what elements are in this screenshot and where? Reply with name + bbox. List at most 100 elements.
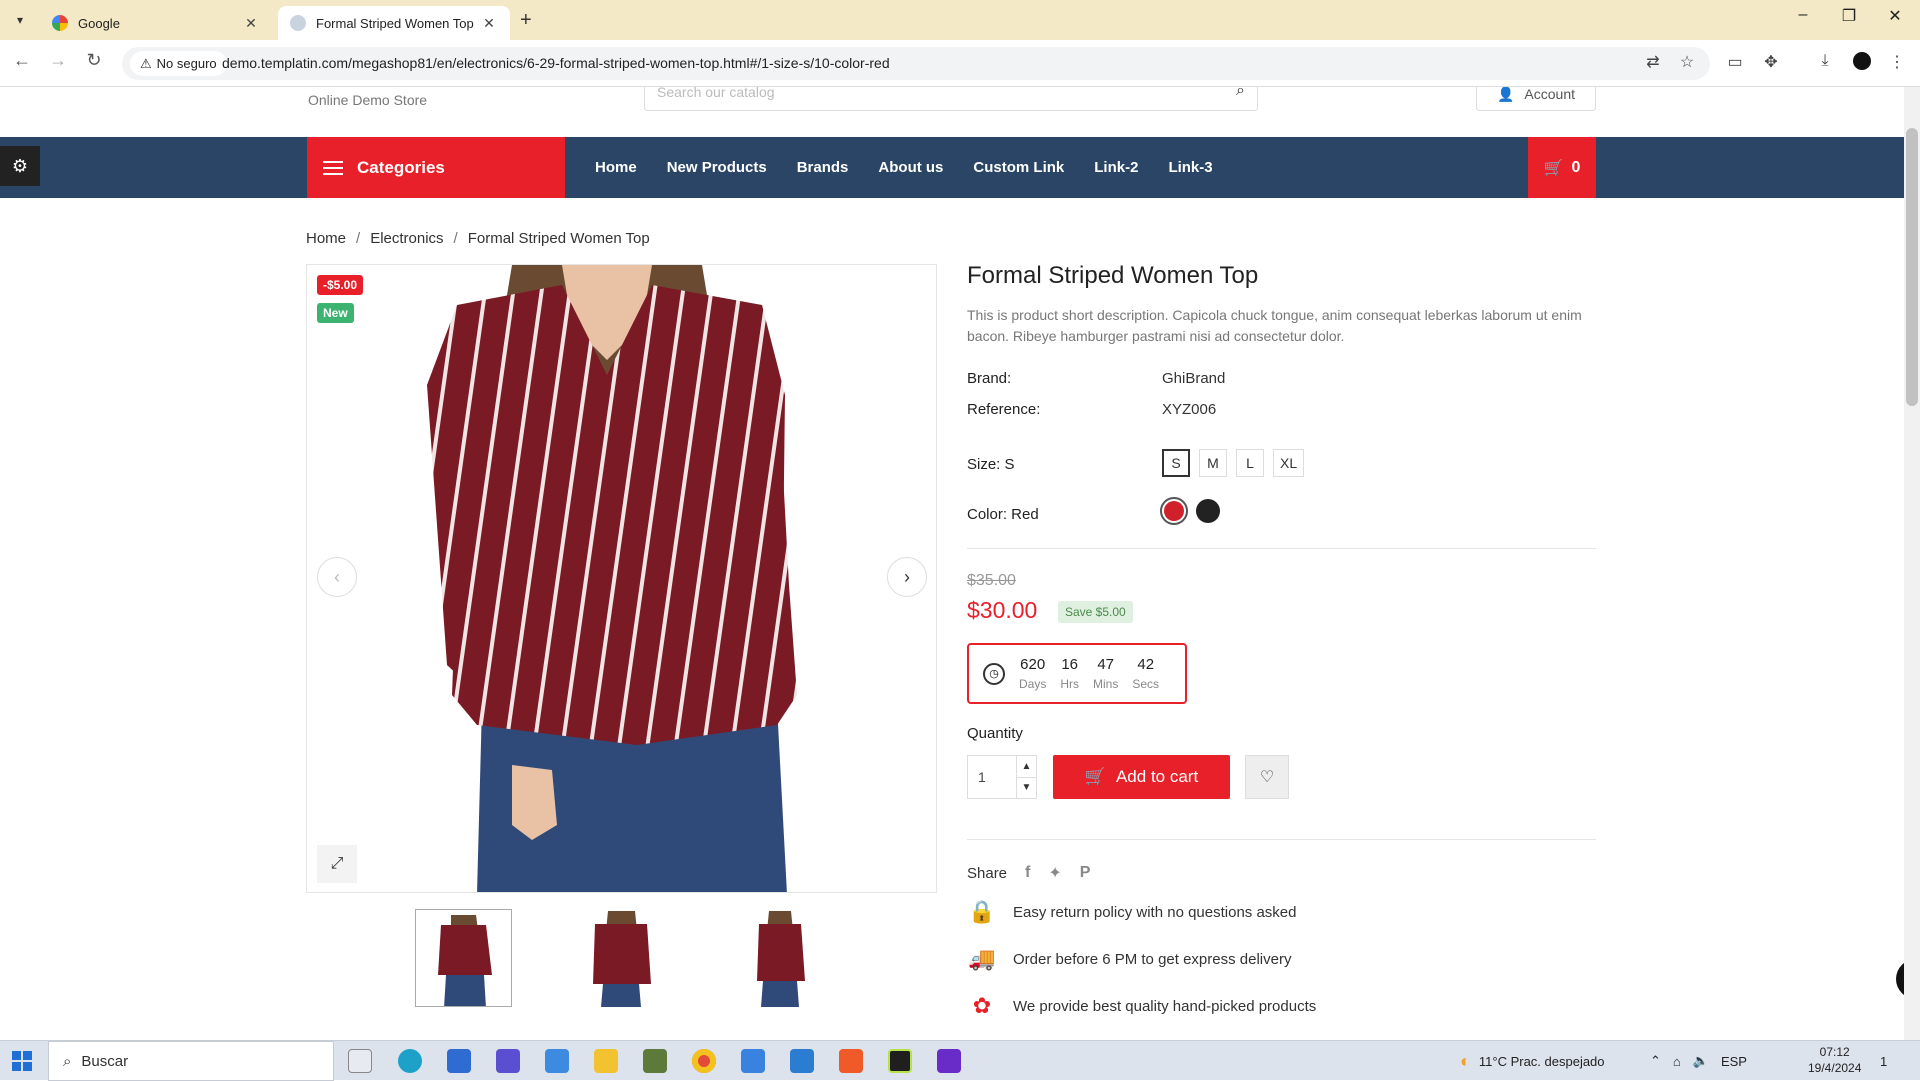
nav-link-home[interactable]: Home	[580, 159, 652, 176]
divider	[967, 839, 1596, 840]
quantity-label: Quantity	[967, 725, 1023, 742]
nav-link-brands[interactable]: Brands	[782, 159, 864, 176]
clock[interactable]: 07:12 19/4/2024	[1808, 1044, 1861, 1076]
notification-icon[interactable]: 1	[1880, 1041, 1887, 1081]
game-icon[interactable]	[643, 1049, 667, 1073]
old-price: $35.00	[967, 572, 1016, 589]
pinterest-icon[interactable]: P	[1080, 864, 1091, 882]
size-option-l[interactable]: L	[1236, 449, 1264, 477]
share-row: Share f ✦ P	[967, 863, 1090, 883]
brave-icon[interactable]	[839, 1049, 863, 1073]
size-option-s[interactable]: S	[1162, 449, 1190, 477]
task-view-icon[interactable]	[348, 1049, 372, 1073]
thumbnail-2[interactable]	[573, 909, 670, 1007]
restore-icon[interactable]: ❐	[1826, 6, 1872, 26]
thumbnail-image	[573, 909, 670, 1007]
countdown-seconds: 42 Secs	[1132, 656, 1160, 691]
tab-product[interactable]: Formal Striped Women Top ✕	[278, 6, 510, 40]
color-swatch-red[interactable]	[1160, 497, 1188, 525]
thumbnail-3[interactable]	[731, 909, 828, 1007]
translate-icon[interactable]: ⇄	[1642, 52, 1664, 72]
categories-button[interactable]: Categories	[307, 137, 565, 198]
windows-start-icon[interactable]	[12, 1051, 32, 1071]
categories-label: Categories	[357, 157, 445, 177]
download-icon[interactable]: ⤓	[1814, 52, 1836, 70]
address-bar[interactable]: ⚠ No seguro demo.templatin.com/megashop8…	[122, 47, 1710, 80]
chevron-up-icon[interactable]: ⌃	[1650, 1053, 1661, 1069]
menu-icon[interactable]: ⋮	[1886, 52, 1908, 72]
wishlist-heart-icon[interactable]: ♡	[1245, 755, 1289, 799]
tab-search-dropdown-icon[interactable]: ▾	[8, 8, 32, 32]
file-explorer-icon[interactable]	[594, 1049, 618, 1073]
close-window-icon[interactable]: ✕	[1872, 6, 1918, 26]
network-icon[interactable]: ⌂	[1673, 1054, 1681, 1069]
pycharm-icon[interactable]	[888, 1049, 912, 1073]
close-tab-icon[interactable]: ✕	[480, 15, 498, 32]
extensions-icon[interactable]: ✥	[1760, 52, 1782, 72]
minimize-icon[interactable]: –	[1780, 6, 1826, 24]
prev-image-button[interactable]: ‹	[317, 557, 357, 597]
store-icon[interactable]	[741, 1049, 765, 1073]
nav-link-link-3[interactable]: Link-3	[1153, 159, 1227, 176]
moon-cloud-icon: ◐	[1460, 1050, 1471, 1071]
app-icon[interactable]	[496, 1049, 520, 1073]
taskbar-search[interactable]: ⌕ Buscar	[48, 1041, 334, 1081]
security-chip[interactable]: ⚠ No seguro	[130, 51, 227, 76]
nav-link-custom-link[interactable]: Custom Link	[958, 159, 1079, 176]
quantity-input[interactable]	[968, 756, 1016, 798]
new-badge: New	[317, 303, 354, 323]
profile-avatar[interactable]	[1851, 52, 1873, 75]
breadcrumb-separator: /	[453, 230, 458, 247]
color-swatch-black[interactable]	[1196, 499, 1220, 523]
chevron-up-icon[interactable]: ▲	[1017, 756, 1036, 778]
chat-bubble-icon[interactable]	[1896, 959, 1904, 999]
thumbnail-image	[416, 910, 511, 1006]
size-option-m[interactable]: M	[1199, 449, 1227, 477]
mail-icon[interactable]	[447, 1049, 471, 1073]
heart-app-icon[interactable]	[937, 1049, 961, 1073]
thumbnail-1[interactable]	[415, 909, 512, 1007]
add-to-cart-button[interactable]: 🛒 Add to cart	[1053, 755, 1230, 799]
cast-icon[interactable]: ▭	[1724, 52, 1746, 72]
gear-icon[interactable]: ⚙	[0, 146, 40, 186]
search-input[interactable]: Search our catalog ⌕	[644, 87, 1258, 111]
next-image-button[interactable]: ›	[887, 557, 927, 597]
cart-button[interactable]: 🛒 0	[1528, 137, 1596, 198]
breadcrumb-electronics[interactable]: Electronics	[370, 230, 443, 247]
twitter-icon[interactable]: ✦	[1048, 863, 1061, 883]
new-tab-icon[interactable]: +	[520, 9, 532, 32]
speaker-icon[interactable]: 🔈	[1693, 1053, 1709, 1069]
back-icon[interactable]: ←	[10, 50, 34, 71]
weather-widget[interactable]: ◐ 11°C Prac. despejado	[1460, 1041, 1605, 1081]
breadcrumb: Home / Electronics / Formal Striped Wome…	[306, 230, 650, 247]
language-indicator[interactable]: ESP	[1721, 1054, 1747, 1069]
search-icon[interactable]: ⌕	[1236, 87, 1245, 100]
brand-value[interactable]: GhiBrand	[1162, 370, 1225, 387]
edge-icon[interactable]	[398, 1049, 422, 1073]
facebook-icon[interactable]: f	[1025, 864, 1030, 882]
tab-google[interactable]: Google ✕	[40, 6, 272, 40]
truck-icon: 🚚	[968, 946, 996, 971]
fullscreen-icon[interactable]: ⤢	[317, 845, 357, 883]
warning-icon: ⚠	[140, 55, 152, 71]
bookmark-star-icon[interactable]: ☆	[1676, 52, 1698, 72]
breadcrumb-home[interactable]: Home	[306, 230, 346, 247]
reference-value: XYZ006	[1162, 401, 1217, 418]
forward-icon[interactable]: →	[46, 50, 70, 71]
nav-link-new-products[interactable]: New Products	[652, 159, 782, 176]
reload-icon[interactable]: ↻	[82, 50, 106, 71]
todo-icon[interactable]	[545, 1049, 569, 1073]
account-button[interactable]: 👤 Account	[1476, 87, 1596, 111]
thumbnail-image	[731, 909, 828, 1007]
nav-link-link-2[interactable]: Link-2	[1079, 159, 1153, 176]
url-text[interactable]: demo.templatin.com/megashop81/en/electro…	[222, 55, 890, 71]
size-option-xl[interactable]: XL	[1273, 449, 1305, 477]
close-tab-icon[interactable]: ✕	[242, 15, 260, 32]
vscode-icon[interactable]	[790, 1049, 814, 1073]
product-main-image[interactable]: -$5.00 New ‹ › ⤢	[306, 264, 937, 893]
scrollbar-thumb[interactable]	[1906, 128, 1918, 406]
account-label: Account	[1524, 87, 1576, 102]
chrome-icon[interactable]	[692, 1049, 716, 1073]
nav-link-about-us[interactable]: About us	[863, 159, 958, 176]
chevron-down-icon[interactable]: ▼	[1017, 778, 1036, 799]
